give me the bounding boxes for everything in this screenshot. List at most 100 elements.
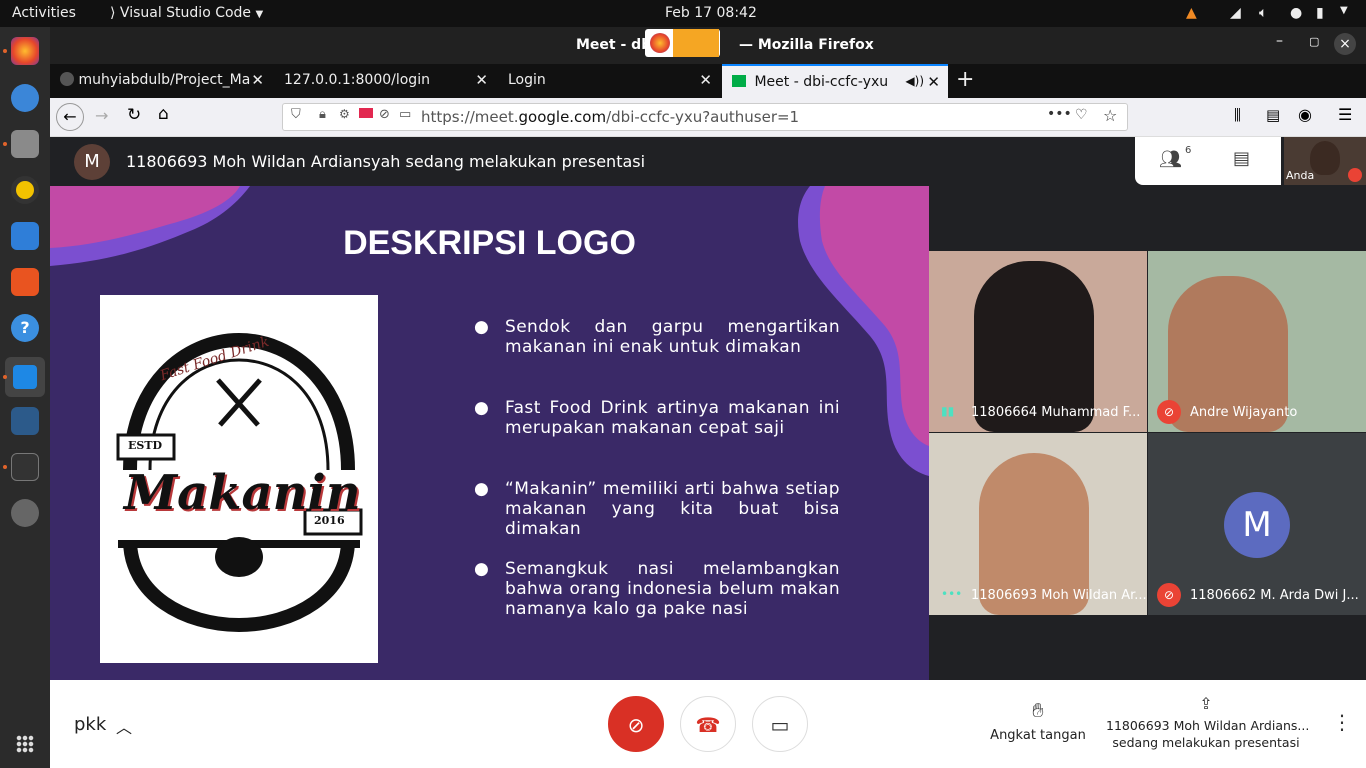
new-tab-button[interactable]: +: [956, 67, 974, 92]
presentation-slide: DESKRIPSI LOGO Fast Food Drink ESTD Maka…: [50, 186, 929, 680]
tab-local-login[interactable]: 127.0.0.1:8000/login ✕: [274, 64, 496, 98]
reload-button[interactable]: ↻: [127, 105, 141, 125]
slide-title: DESKRIPSI LOGO: [343, 224, 636, 262]
terminal-icon[interactable]: [11, 453, 39, 481]
meeting-name[interactable]: pkk: [74, 714, 106, 735]
navigation-bar: ← → ↻ ⌂ ⛉ 🔒︎ ⚙ ⊘ ▭ https://meet.google.c…: [50, 98, 1366, 137]
battery-icon[interactable]: ▮: [1316, 5, 1324, 21]
permissions-icon[interactable]: ⚙: [339, 107, 350, 121]
tab-label: muhyiabdulb/Project_Ma: [78, 72, 251, 88]
bullet-text: Sendok dan garpu mengartikan makanan ini…: [505, 317, 840, 357]
account-icon[interactable]: ◉: [1298, 105, 1312, 124]
autoplay-icon[interactable]: ⊘: [379, 107, 390, 122]
close-tab-icon[interactable]: ✕: [475, 71, 488, 89]
participant-tile[interactable]: ••• 11806693 Moh Wildan Ar...: [929, 433, 1147, 615]
url-bar[interactable]: ⛉ 🔒︎ ⚙ ⊘ ▭ https://meet.google.com/dbi-c…: [282, 103, 1128, 131]
thunderbird-icon[interactable]: [11, 84, 39, 112]
people-icon[interactable]: 👥︎: [1159, 149, 1182, 170]
participant-tile[interactable]: M ⊘ 11806662 M. Arda Dwi J...: [1148, 433, 1366, 615]
system-menu-chevron-icon[interactable]: ▼: [1340, 5, 1348, 16]
show-apps-icon[interactable]: [16, 735, 34, 753]
tab-github[interactable]: muhyiabdulb/Project_Ma ✕: [50, 64, 272, 98]
close-tab-icon[interactable]: ✕: [927, 73, 940, 91]
logo-image: Fast Food Drink ESTD Makanin 2016: [100, 295, 378, 663]
bullet-item: ● Semangkuk nasi melambangkan bahwa orang…: [474, 559, 840, 619]
video-camera-icon: ▭: [770, 713, 790, 737]
writer-icon[interactable]: [11, 222, 39, 250]
vscode-dock-item[interactable]: [5, 357, 45, 397]
participant-name: 11806664 Muhammad F...: [971, 405, 1141, 420]
back-button[interactable]: ←: [56, 103, 84, 131]
lock-icon[interactable]: 🔒︎: [319, 107, 326, 122]
bookmark-star-icon[interactable]: ☆: [1103, 106, 1117, 125]
rhythmbox-icon[interactable]: [11, 176, 39, 204]
clock[interactable]: Feb 17 08:42: [665, 5, 757, 21]
minimize-icon[interactable]: –: [1276, 33, 1283, 49]
mysql-workbench-icon[interactable]: [11, 407, 39, 435]
participant-name: Andre Wijayanto: [1190, 405, 1298, 420]
presentation-status-button[interactable]: ⇪ 11806693 Moh Wildan Ardians... sedang …: [1106, 694, 1309, 750]
mic-toggle-button[interactable]: ⊘: [608, 696, 664, 752]
sidebar-icon[interactable]: ▤: [1266, 106, 1280, 124]
hamburger-menu-icon[interactable]: ☰: [1338, 105, 1352, 124]
window-titlebar: Meet - db — Mozilla Firefox – ▢ ×: [50, 27, 1366, 64]
vscode-icon: ⟩: [110, 5, 116, 21]
firefox-icon: [650, 33, 670, 53]
participant-tile[interactable]: ⊘ Andre Wijayanto: [1148, 251, 1366, 432]
url-domain: google.com: [518, 108, 607, 126]
system-top-bar: Activities ⟩ Visual Studio Code ▼ Feb 17…: [0, 0, 1366, 27]
files-icon[interactable]: [11, 130, 39, 158]
vscode-icon: [13, 365, 37, 389]
firefox-icon[interactable]: [11, 37, 39, 65]
home-button[interactable]: ⌂: [158, 104, 169, 124]
self-mic-off-icon: [1348, 168, 1362, 182]
close-tab-icon[interactable]: ✕: [699, 71, 712, 89]
sharing-indicator[interactable]: [645, 29, 720, 57]
camera-sharing-icon[interactable]: [359, 108, 373, 118]
leave-call-button[interactable]: ☎: [680, 696, 736, 752]
software-icon[interactable]: [11, 268, 39, 296]
app-menu[interactable]: ⟩ Visual Studio Code ▼: [110, 5, 263, 21]
close-window-icon[interactable]: ×: [1334, 33, 1356, 55]
close-tab-icon[interactable]: ✕: [251, 71, 264, 89]
tab-login[interactable]: Login ✕: [498, 64, 720, 98]
bullet-text: Semangkuk nasi melambangkan bahwa orang …: [505, 559, 840, 619]
dock: ?: [0, 27, 50, 768]
shield-icon[interactable]: ⛉: [291, 107, 301, 122]
participant-avatar: M: [1224, 492, 1290, 558]
presentation-status-line2: sedang melakukan presentasi: [1112, 735, 1300, 750]
speaker-icon[interactable]: ◀)): [905, 74, 924, 88]
help-icon[interactable]: ?: [11, 314, 39, 342]
maximize-icon[interactable]: ▢: [1309, 35, 1319, 48]
self-video: [1310, 141, 1340, 175]
tab-label: 127.0.0.1:8000/login: [284, 72, 430, 88]
camera-toggle-button[interactable]: ▭: [752, 696, 808, 752]
tab-meet[interactable]: Meet - dbi-ccfc-yxu ◀)) ✕: [722, 64, 948, 98]
chevron-up-icon[interactable]: ︿: [116, 714, 132, 738]
self-label: Anda: [1286, 169, 1315, 182]
participant-tile[interactable]: ▮▮ 11806664 Muhammad F...: [929, 251, 1147, 432]
hand-icon: ✋︎: [1032, 698, 1044, 722]
more-options-icon[interactable]: ⋮: [1332, 710, 1352, 734]
vlc-tray-icon[interactable]: ▲: [1186, 5, 1197, 21]
library-icon[interactable]: ⫼: [1234, 106, 1241, 124]
page-actions-icon[interactable]: •••: [1047, 106, 1072, 122]
camera-mic-sharing-icon: [673, 29, 719, 57]
forward-button[interactable]: →: [95, 106, 108, 125]
activities-button[interactable]: Activities: [12, 5, 76, 21]
meet-favicon-icon: [732, 75, 746, 87]
disk-icon[interactable]: [11, 499, 39, 527]
tab-label: Meet - dbi-ccfc-yxu: [754, 74, 889, 90]
microphone-icon[interactable]: ●: [1290, 5, 1302, 21]
pocket-icon[interactable]: ♡: [1075, 107, 1088, 123]
raise-hand-button[interactable]: ✋︎ Angkat tangan: [980, 698, 1096, 743]
mic-off-icon: ⊘: [627, 713, 645, 737]
chat-icon[interactable]: ▤: [1233, 148, 1250, 169]
self-view-tile[interactable]: Anda: [1284, 137, 1366, 185]
notification-icon[interactable]: ▭: [399, 107, 411, 122]
tab-label: Login: [508, 72, 546, 88]
phone-hangup-icon: ☎: [695, 713, 721, 737]
url-text[interactable]: https://meet.google.com/dbi-ccfc-yxu?aut…: [421, 108, 799, 126]
volume-icon[interactable]: 🔈︎: [1259, 5, 1267, 21]
wifi-icon[interactable]: ◢: [1230, 5, 1241, 21]
